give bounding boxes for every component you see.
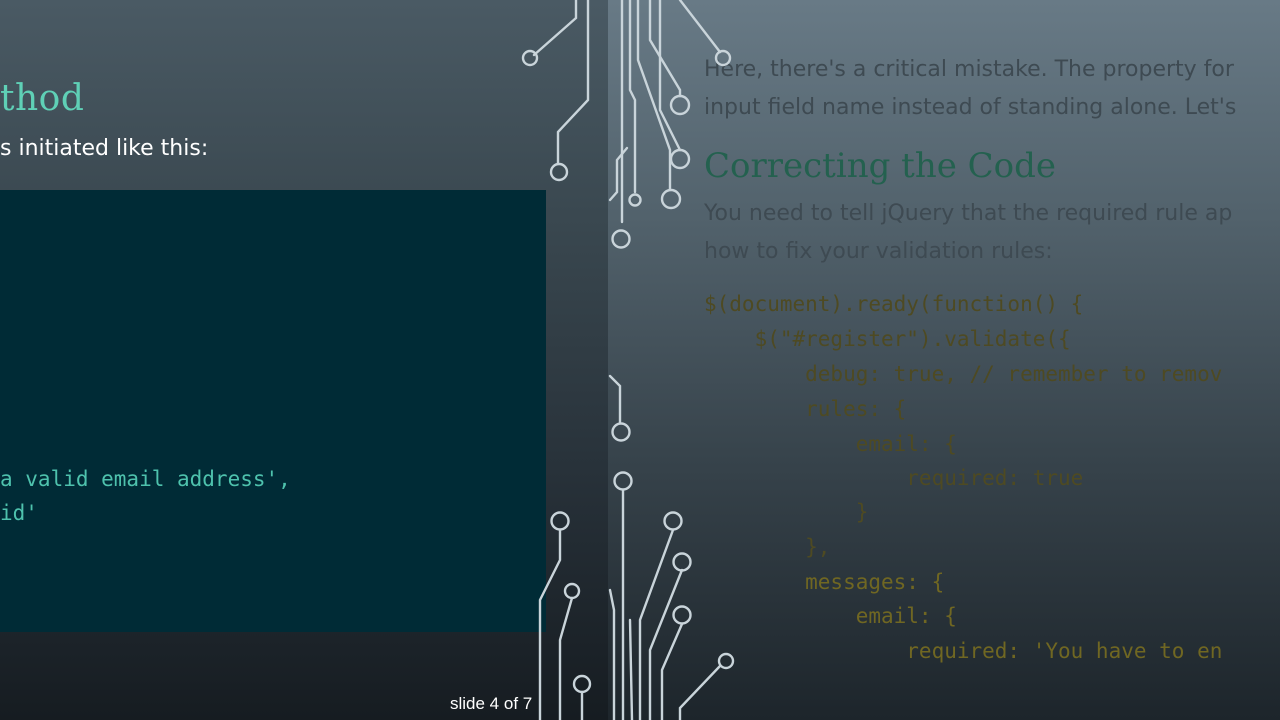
code-line: required: true — [704, 466, 1084, 490]
code-line: $("#register").validate({ — [704, 327, 1071, 351]
code-line: email: { — [704, 432, 957, 456]
code-line: a valid email address', — [0, 467, 291, 491]
slide-intro-text: s initiated like this: — [0, 136, 209, 161]
next-slide: Here, there's a critical mistake. The pr… — [608, 0, 1280, 720]
slide-heading: thod — [0, 78, 85, 119]
paragraph-line: input field name instead of standing alo… — [704, 95, 1237, 120]
code-line: debug: true, // remember to remov — [704, 362, 1223, 386]
presentation-stage: thod s initiated like this: a valid emai… — [0, 0, 1280, 720]
previous-slide: thod s initiated like this: a valid emai… — [0, 0, 608, 720]
slide-number: slide 4 of 7 — [450, 694, 533, 713]
section-heading: Correcting the Code — [704, 146, 1057, 186]
code-line: }, — [704, 535, 831, 559]
code-block: a valid email address', id' — [0, 190, 546, 632]
code-line: rules: { — [704, 397, 907, 421]
code-line: email: { — [704, 604, 957, 628]
paragraph-line: Here, there's a critical mistake. The pr… — [704, 57, 1234, 82]
code-line: } — [704, 500, 869, 524]
paragraph-line: You need to tell jQuery that the require… — [704, 201, 1233, 226]
code-line: messages: { — [704, 570, 945, 594]
code-line: id' — [0, 501, 38, 525]
code-line: required: 'You have to en — [704, 639, 1223, 663]
code-line: $(document).ready(function() { — [704, 292, 1084, 316]
paragraph-line: how to fix your validation rules: — [704, 239, 1053, 264]
